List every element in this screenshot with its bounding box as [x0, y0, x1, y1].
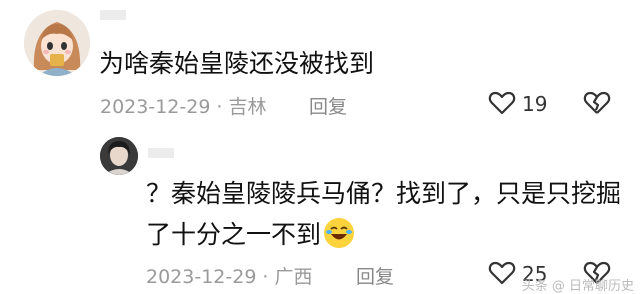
crying-laughing-emoji-icon: [324, 218, 355, 248]
reply-button[interactable]: 回复: [356, 262, 394, 289]
heart-outline-icon[interactable]: [488, 90, 516, 120]
comment-text-line-2-text: 了十分之一不到: [146, 220, 322, 249]
username[interactable]: [148, 148, 174, 158]
meta-separator: ·: [216, 96, 223, 118]
watermark: 头条 @ 日常聊历史: [521, 279, 634, 294]
comment-date: 2023-12-29: [146, 266, 257, 288]
comment-text: 为啥秦始皇陵还没被找到: [99, 49, 375, 78]
comment-text-line-1: ？秦始皇陵陵兵马俑？找到了，只是只挖掘: [146, 179, 622, 208]
like-count: 19: [522, 92, 548, 116]
comment-location: 广西: [274, 266, 313, 288]
comment-date: 2023-12-29: [100, 96, 211, 118]
username[interactable]: [100, 10, 126, 20]
comment-text-line-2: 了十分之一不到: [146, 213, 355, 257]
comment-meta: 2023-12-29 · 吉林: [100, 92, 266, 119]
avatar[interactable]: [100, 137, 138, 175]
avatar[interactable]: [24, 10, 90, 76]
heart-outline-icon[interactable]: [488, 260, 516, 290]
reply-button[interactable]: 回复: [309, 92, 347, 119]
comment-location: 吉林: [228, 96, 267, 118]
comment-meta: 2023-12-29 · 广西: [146, 262, 312, 289]
broken-heart-icon[interactable]: [583, 90, 611, 120]
meta-separator: ·: [262, 266, 269, 288]
